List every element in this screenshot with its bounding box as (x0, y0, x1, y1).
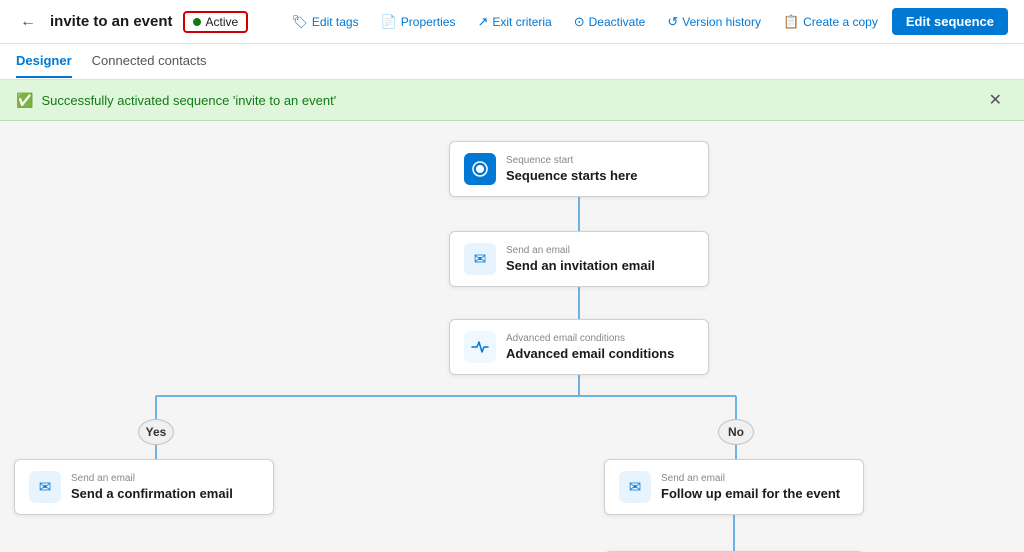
close-banner-button[interactable]: ✕ (983, 88, 1008, 112)
create-copy-button[interactable]: 📋 Create a copy (775, 9, 886, 35)
flow-container: Sequence start Sequence starts here ✉ Se… (0, 121, 1024, 552)
create-copy-label: Create a copy (803, 15, 878, 29)
sub-header: Designer Connected contacts (0, 44, 1024, 80)
sequence-start-icon (464, 153, 496, 185)
advanced-conditions-1-icon (464, 331, 496, 363)
edit-tags-button[interactable]: 🏷 Edit tags (283, 9, 366, 35)
deactivate-button[interactable]: ⊙ Deactivate (566, 9, 654, 35)
follow-up-title: Follow up email for the event (661, 486, 840, 501)
header: ← invite to an event Active 🏷 Edit tags … (0, 0, 1024, 44)
copy-icon: 📋 (783, 14, 799, 30)
send-confirmation-icon: ✉ (29, 471, 61, 503)
node-sequence-start-content: Sequence start Sequence starts here (506, 155, 638, 183)
properties-label: Properties (401, 15, 456, 29)
tag-icon: 🏷 (291, 14, 308, 30)
node-send-confirmation[interactable]: ✉ Send an email Send a confirmation emai… (14, 459, 274, 515)
active-badge: Active (183, 11, 249, 33)
advanced-conditions-1-content: Advanced email conditions Advanced email… (506, 333, 674, 361)
active-dot-icon (193, 18, 201, 26)
header-right: 🏷 Edit tags 📄 Properties ↗ Exit criteria… (283, 8, 1008, 35)
exit-criteria-label: Exit criteria (492, 15, 551, 29)
node-sequence-start[interactable]: Sequence start Sequence starts here (449, 141, 709, 197)
deactivate-icon: ⊙ (574, 14, 585, 30)
node-sequence-start-label: Sequence start (506, 155, 638, 166)
banner-message: Successfully activated sequence 'invite … (41, 93, 336, 108)
node-send-email-1[interactable]: ✉ Send an email Send an invitation email (449, 231, 709, 287)
follow-up-icon: ✉ (619, 471, 651, 503)
exit-criteria-icon: ↗ (477, 14, 488, 30)
tab-designer[interactable]: Designer (16, 45, 72, 78)
send-confirmation-title: Send a confirmation email (71, 486, 233, 501)
success-icon: ✅ (16, 92, 33, 109)
edit-sequence-button[interactable]: Edit sequence (892, 8, 1008, 35)
send-email-1-label: Send an email (506, 245, 655, 256)
send-email-1-title: Send an invitation email (506, 258, 655, 273)
version-history-label: Version history (682, 15, 761, 29)
branch-yes-label: Yes (138, 419, 174, 445)
page-title: invite to an event (50, 13, 173, 30)
properties-button[interactable]: 📄 Properties (373, 9, 464, 35)
send-email-1-icon: ✉ (464, 243, 496, 275)
send-confirmation-content: Send an email Send a confirmation email (71, 473, 233, 501)
version-history-button[interactable]: ↺ Version history (659, 9, 769, 35)
node-follow-up-email[interactable]: ✉ Send an email Follow up email for the … (604, 459, 864, 515)
follow-up-content: Send an email Follow up email for the ev… (661, 473, 840, 501)
deactivate-label: Deactivate (589, 15, 646, 29)
flow-canvas: Sequence start Sequence starts here ✉ Se… (0, 121, 1024, 552)
advanced-conditions-1-label: Advanced email conditions (506, 333, 674, 344)
properties-icon: 📄 (381, 14, 397, 30)
send-email-1-content: Send an email Send an invitation email (506, 245, 655, 273)
send-confirmation-label: Send an email (71, 473, 233, 484)
exit-criteria-button[interactable]: ↗ Exit criteria (469, 9, 559, 35)
back-button[interactable]: ← (16, 9, 40, 35)
success-banner: ✅ Successfully activated sequence 'invit… (0, 80, 1024, 121)
active-label: Active (206, 15, 239, 29)
header-left: ← invite to an event Active (16, 9, 248, 35)
edit-tags-label: Edit tags (312, 15, 359, 29)
banner-content: ✅ Successfully activated sequence 'invit… (16, 92, 336, 109)
node-sequence-start-title: Sequence starts here (506, 168, 638, 183)
follow-up-label: Send an email (661, 473, 840, 484)
node-advanced-conditions-1[interactable]: Advanced email conditions Advanced email… (449, 319, 709, 375)
branch-no-label: No (718, 419, 754, 445)
tab-connected-contacts[interactable]: Connected contacts (92, 45, 207, 78)
history-icon: ↺ (667, 14, 678, 30)
advanced-conditions-1-title: Advanced email conditions (506, 346, 674, 361)
